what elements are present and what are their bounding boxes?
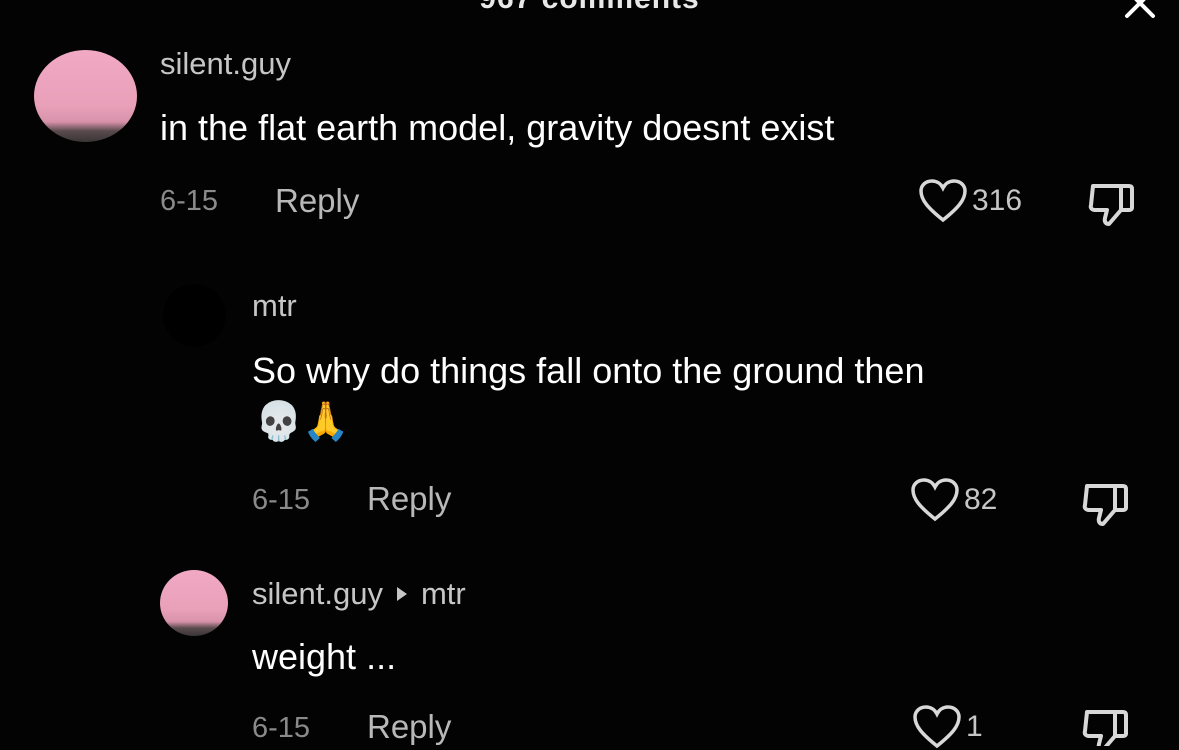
like-count: 1 xyxy=(966,710,983,743)
comment-username: silent.guy mtr xyxy=(252,576,466,612)
comment-username-link[interactable]: silent.guy xyxy=(252,576,383,611)
reply-button[interactable]: Reply xyxy=(367,708,451,746)
heart-icon xyxy=(913,705,961,749)
avatar[interactable] xyxy=(160,570,228,636)
comment-date: 6-15 xyxy=(252,712,311,744)
comment-text: weight ... xyxy=(252,636,397,677)
reply-to-username[interactable]: mtr xyxy=(421,576,466,611)
reply-comment-item: silent.guy mtr weight ... 6-15 Reply 1 xyxy=(0,0,1179,749)
dislike-icon[interactable] xyxy=(1079,706,1131,746)
like-button[interactable]: 1 xyxy=(912,704,983,750)
reply-arrow-icon xyxy=(396,586,407,601)
